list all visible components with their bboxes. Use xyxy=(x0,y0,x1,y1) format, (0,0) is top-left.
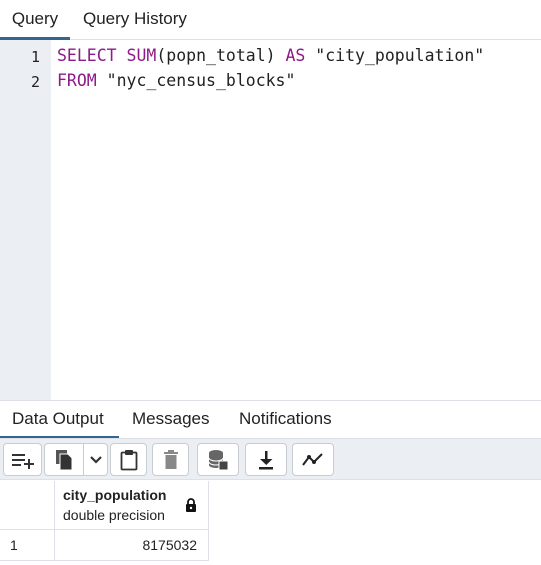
sql-keyword: AS xyxy=(285,46,306,65)
tab-messages[interactable]: Messages xyxy=(132,401,209,439)
paste-icon xyxy=(120,449,137,470)
results-toolbar xyxy=(0,438,541,480)
table-cell[interactable]: 8175032 xyxy=(55,530,209,561)
sql-expression: (popn_total) xyxy=(156,46,286,65)
sql-keyword: SELECT xyxy=(57,46,127,65)
download-icon xyxy=(259,450,273,469)
graph-visualiser-button[interactable] xyxy=(292,443,334,476)
sql-identifier: "city_population" xyxy=(305,46,485,65)
paste-button[interactable] xyxy=(110,443,147,476)
line-number: 1 xyxy=(30,48,40,66)
save-data-icon xyxy=(208,449,229,470)
save-data-button[interactable] xyxy=(197,443,239,476)
grid-corner[interactable] xyxy=(0,481,55,530)
line-number: 2 xyxy=(30,73,40,91)
lock-icon xyxy=(186,498,196,512)
download-button[interactable] xyxy=(245,443,287,476)
code-line[interactable]: FROM "nyc_census_blocks" xyxy=(57,71,295,90)
delete-icon xyxy=(163,449,178,469)
tab-notifications[interactable]: Notifications xyxy=(239,401,332,439)
results-tabs: Data Output Messages Notifications xyxy=(0,400,541,439)
add-row-button[interactable] xyxy=(3,443,42,476)
code-line[interactable]: SELECT SUM(popn_total) AS "city_populati… xyxy=(57,46,484,65)
column-name: city_population xyxy=(63,487,167,503)
row-number[interactable]: 1 xyxy=(0,530,55,561)
sql-identifier: "nyc_census_blocks" xyxy=(96,71,296,90)
graph-icon xyxy=(302,452,323,466)
tab-query[interactable]: Query xyxy=(0,0,70,40)
chevron-down-icon xyxy=(89,455,102,464)
results-grid: city_population double precision 1 81750… xyxy=(0,481,541,565)
copy-icon xyxy=(56,449,73,470)
sql-editor[interactable]: 1 2 SELECT SUM(popn_total) AS "city_popu… xyxy=(0,40,541,400)
copy-button[interactable] xyxy=(44,443,84,476)
column-type: double precision xyxy=(63,507,165,523)
add-row-icon xyxy=(11,453,34,469)
tab-data-output[interactable]: Data Output xyxy=(0,401,119,439)
tab-query-history[interactable]: Query History xyxy=(83,0,187,40)
copy-options-button[interactable] xyxy=(84,443,108,476)
delete-button[interactable] xyxy=(152,443,189,476)
sql-function: SUM xyxy=(126,46,157,65)
query-tool-tabs: Query Query History xyxy=(0,0,541,40)
column-header[interactable]: city_population double precision xyxy=(55,481,209,530)
line-number-gutter: 1 2 xyxy=(0,40,51,400)
sql-keyword: FROM xyxy=(57,71,97,90)
